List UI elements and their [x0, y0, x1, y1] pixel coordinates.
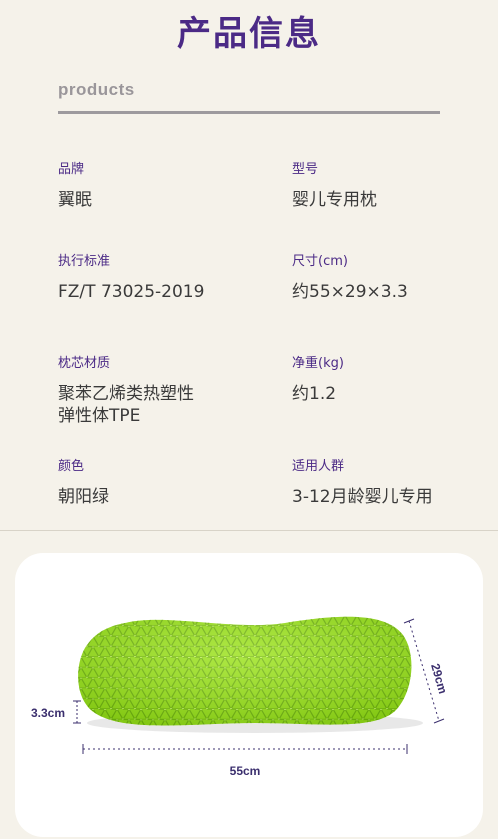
spec-model: 型号 婴儿专用枕 [292, 162, 377, 211]
spec-material: 枕芯材质 聚苯乙烯类热塑性 弹性体TPE [58, 356, 194, 427]
pillow-shading [78, 616, 412, 726]
spec-value: 翼眠 [58, 190, 92, 210]
spec-label: 品牌 [58, 162, 85, 177]
spec-label: 颜色 [58, 459, 85, 474]
spec-label: 执行标准 [58, 254, 111, 269]
height-dimension: 3.3cm [31, 700, 81, 724]
spec-standard: 执行标准 FZ/T 73025-2019 [58, 254, 204, 303]
spec-value-line: 聚苯乙烯类热塑性 [58, 384, 194, 404]
subtitle-underline [58, 111, 440, 114]
products-subtitle: products [58, 80, 135, 99]
spec-value: 聚苯乙烯类热塑性 弹性体TPE [58, 383, 194, 427]
spec-value: FZ/T 73025-2019 [58, 282, 205, 302]
section-divider [0, 530, 498, 531]
spec-value: 3-12月龄婴儿专用 [292, 487, 433, 507]
spec-label: 净重(kg) [292, 356, 344, 371]
depth-label: 29cm [428, 662, 450, 695]
spec-label: 尺寸(cm) [292, 254, 348, 269]
spec-label: 枕芯材质 [58, 356, 111, 371]
spec-size: 尺寸(cm) 约55×29×3.3 [292, 254, 408, 303]
spec-value: 约55×29×3.3 [292, 282, 408, 302]
spec-value-line: 弹性体TPE [58, 406, 141, 426]
spec-color: 颜色 朝阳绿 [58, 459, 109, 508]
width-label: 55cm [230, 764, 261, 778]
spec-value: 朝阳绿 [58, 487, 109, 507]
spec-value: 约1.2 [292, 384, 337, 404]
spec-weight: 净重(kg) 约1.2 [292, 356, 344, 405]
width-dimension: 55cm [82, 744, 408, 778]
spec-audience: 适用人群 3-12月龄婴儿专用 [292, 459, 433, 508]
page-title: 产品信息 [177, 14, 321, 54]
product-dimension-card: 3.3cm 55cm 29cm [15, 553, 483, 837]
spec-label: 型号 [292, 162, 319, 177]
height-label: 3.3cm [31, 706, 65, 720]
pillow-dimension-diagram: 3.3cm 55cm 29cm [31, 616, 450, 778]
spec-label: 适用人群 [292, 459, 345, 474]
spec-brand: 品牌 翼眠 [58, 162, 92, 211]
spec-value: 婴儿专用枕 [292, 190, 377, 210]
